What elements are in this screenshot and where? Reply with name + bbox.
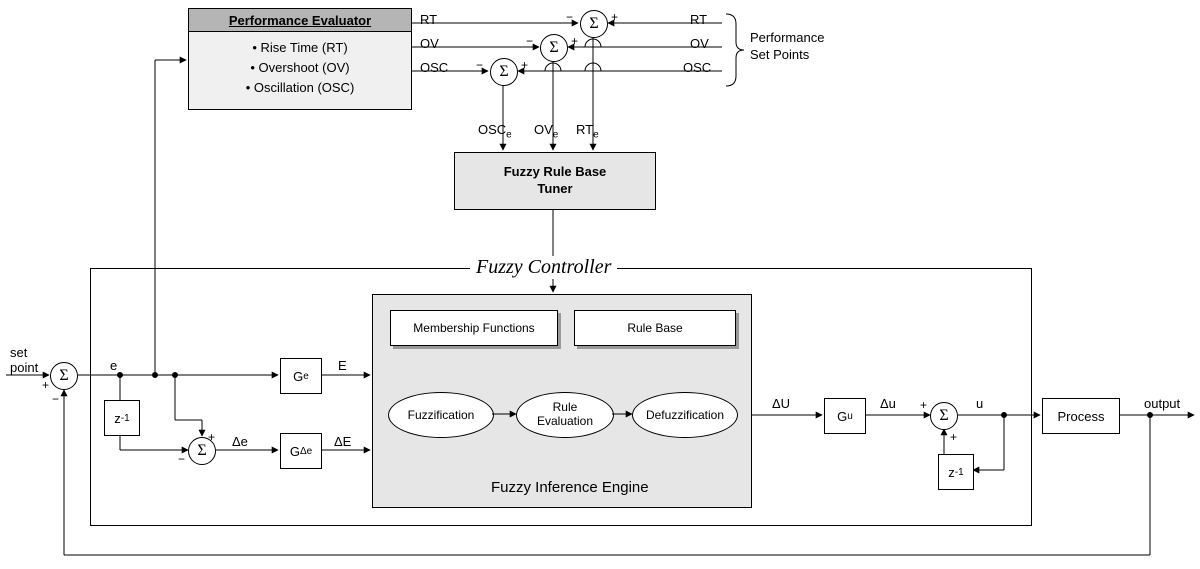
fuzzification: Fuzzification [388,392,494,438]
setpoint-label: set point [10,346,38,376]
minus-sign: − [476,58,483,72]
fuzzy-controller-title: Fuzzy Controller [470,256,617,279]
process-block: Process [1042,398,1120,434]
signal-ov-sp: OV [690,36,709,51]
signal-E: E [338,358,347,373]
perf-set-points-label: Performance Set Points [750,30,824,64]
signal-rt-sp: RT [690,12,707,27]
signal-dE: ΔE [334,434,351,449]
signal-de-small: Δe [232,434,248,449]
performance-evaluator-items: • Rise Time (RT) • Overshoot (OV) • Osci… [189,32,411,104]
engine-title: Fuzzy Inference Engine [491,479,649,496]
gain-gu: Gu [824,398,866,434]
z-delay-e: z-1 [104,400,140,436]
plus-sign: + [920,398,927,412]
perf-item: • Overshoot (OV) [201,58,399,78]
signal-ov-e: OVe [534,122,558,141]
plus-sign: + [950,430,957,444]
signal-rt-e: RTe [576,122,599,141]
signal-osc: OSC [420,60,448,75]
z-delay-u: z-1 [938,454,974,490]
plus-sign: + [521,58,528,72]
performance-evaluator-title: Performance Evaluator [189,9,411,32]
sum-u: Σ [930,402,958,430]
sum-ov: Σ [540,34,568,62]
plus-sign: + [571,34,578,48]
sum-rt: Σ [580,10,608,38]
signal-osc-e: OSCe [478,122,512,141]
output-label: output [1144,396,1180,411]
minus-sign: − [526,34,533,48]
defuzzification: Defuzzification [632,392,738,438]
minus-sign: − [52,392,59,406]
sum-error: Σ [50,362,78,390]
signal-dU: ΔU [772,396,790,411]
gain-gde: GΔe [280,433,322,469]
signal-osc-sp: OSC [683,60,711,75]
plus-sign: + [611,10,618,24]
plus-sign: + [208,430,215,444]
sum-osc: Σ [490,58,518,86]
signal-rt: RT [420,12,437,27]
signal-ov: OV [420,36,439,51]
signal-e: e [110,358,117,373]
signal-du: Δu [880,396,896,411]
rule-evaluation: Rule Evaluation [516,392,614,438]
rule-base: Rule Base [574,310,736,346]
diagram-canvas: Performance Evaluator • Rise Time (RT) •… [0,0,1200,569]
perf-item: • Oscillation (OSC) [201,78,399,98]
plus-sign: + [42,378,49,392]
signal-u: u [976,396,983,411]
minus-sign: − [178,452,185,466]
membership-functions: Membership Functions [390,310,558,346]
minus-sign: − [566,10,573,24]
fuzzy-rule-base-tuner: Fuzzy Rule Base Tuner [454,152,656,210]
perf-item: • Rise Time (RT) [201,38,399,58]
gain-ge: Ge [280,358,322,394]
performance-evaluator: Performance Evaluator • Rise Time (RT) •… [188,8,412,110]
